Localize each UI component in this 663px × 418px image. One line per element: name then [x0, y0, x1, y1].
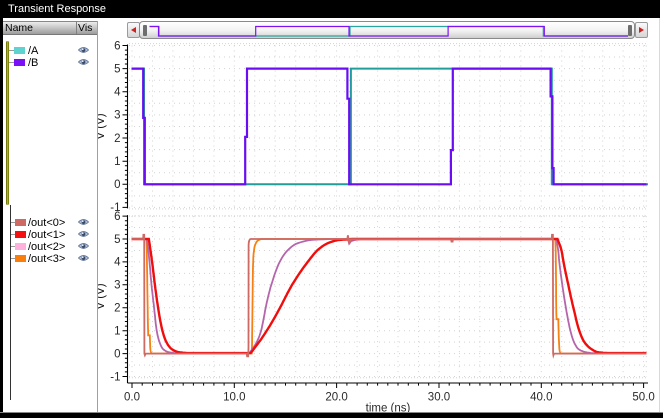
- svg-text:3: 3: [114, 280, 120, 292]
- svg-text:4: 4: [114, 87, 121, 99]
- svg-text:30.0: 30.0: [428, 392, 450, 404]
- svg-text:-1: -1: [110, 371, 120, 383]
- svg-text:5: 5: [114, 234, 120, 246]
- svg-text:6: 6: [114, 211, 120, 223]
- svg-text:3: 3: [114, 110, 120, 122]
- svg-text:10.0: 10.0: [223, 392, 245, 404]
- svg-text:4: 4: [114, 257, 121, 269]
- svg-text:0: 0: [114, 348, 120, 360]
- svg-text:40.0: 40.0: [530, 392, 552, 404]
- svg-text:2: 2: [114, 133, 120, 145]
- svg-text:5: 5: [114, 63, 120, 75]
- svg-text:50.0: 50.0: [632, 392, 654, 404]
- svg-text:1: 1: [114, 326, 120, 338]
- svg-text:20.0: 20.0: [325, 392, 347, 404]
- svg-text:0: 0: [114, 179, 120, 191]
- svg-text:1: 1: [114, 156, 120, 168]
- svg-text:0.0: 0.0: [124, 392, 140, 404]
- svg-text:2: 2: [114, 303, 120, 315]
